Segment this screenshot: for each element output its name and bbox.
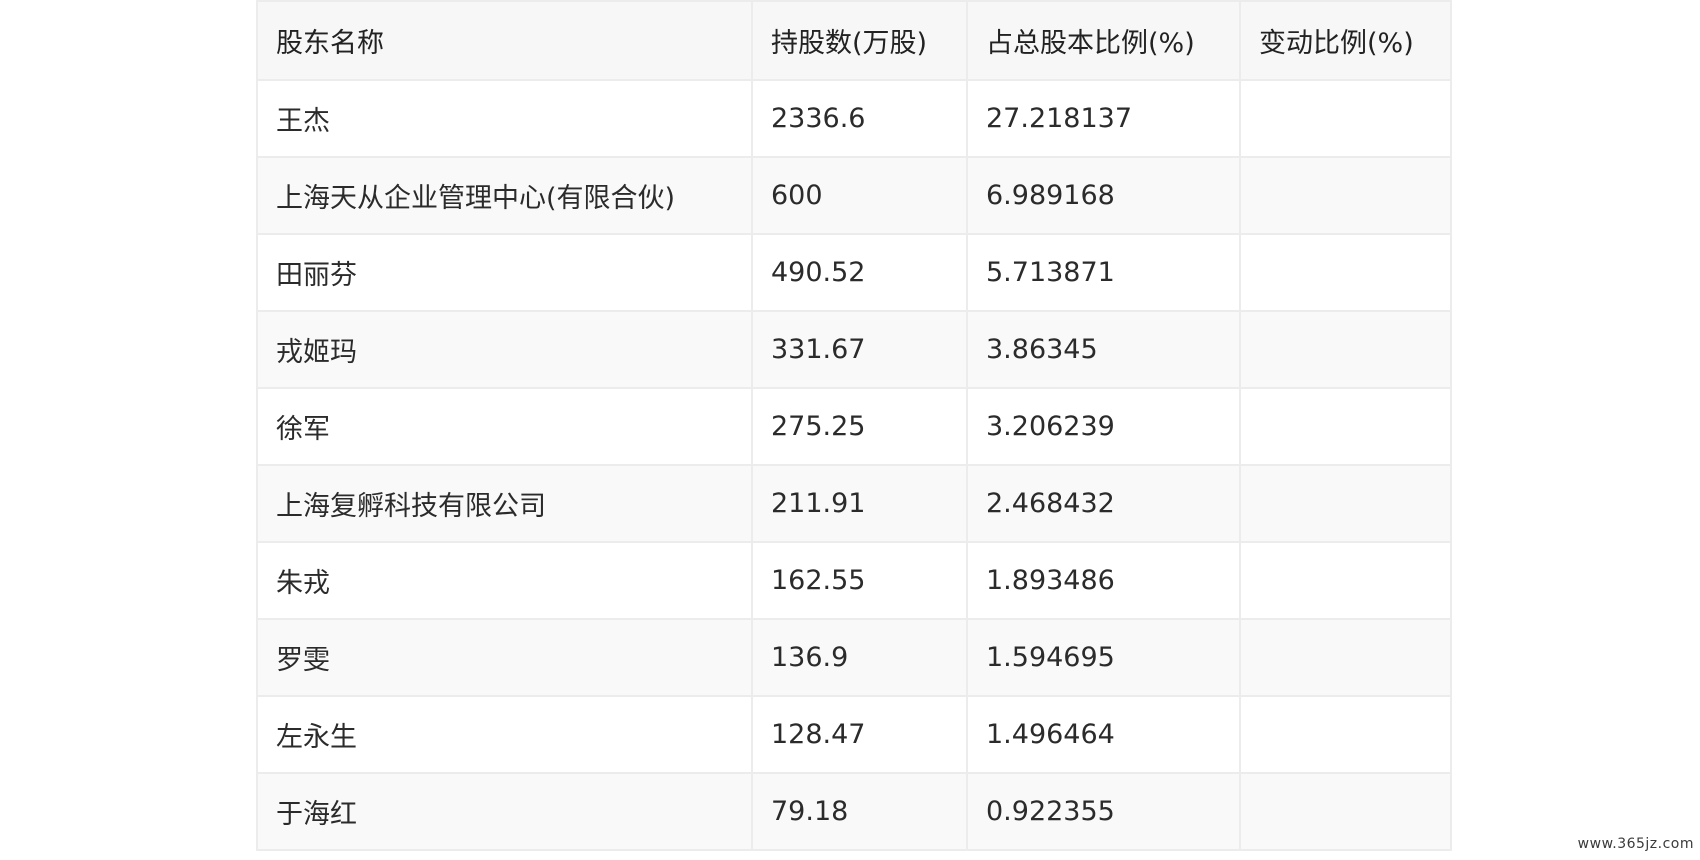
cell-shares-held: 490.52 xyxy=(751,233,968,312)
cell-shares-held: 275.25 xyxy=(751,387,968,466)
cell-shares-held: 136.9 xyxy=(751,618,968,697)
cell-share-ratio: 1.496464 xyxy=(966,695,1241,774)
cell-shareholder-name: 上海天从企业管理中心(有限合伙) xyxy=(256,156,753,235)
cell-shares-held: 331.67 xyxy=(751,310,968,389)
cell-shares-held: 211.91 xyxy=(751,464,968,543)
cell-share-ratio: 3.206239 xyxy=(966,387,1241,466)
header-shareholder-name: 股东名称 xyxy=(256,0,753,81)
header-shares-held: 持股数(万股) xyxy=(751,0,968,81)
table-row: 上海复孵科技有限公司 211.91 2.468432 xyxy=(256,464,1452,543)
cell-change-ratio xyxy=(1239,541,1452,620)
table-row: 左永生 128.47 1.496464 xyxy=(256,695,1452,774)
cell-share-ratio: 2.468432 xyxy=(966,464,1241,543)
site-watermark: www.365jz.com xyxy=(1577,836,1694,852)
cell-change-ratio xyxy=(1239,79,1452,158)
cell-shareholder-name: 田丽芬 xyxy=(256,233,753,312)
table-row: 上海天从企业管理中心(有限合伙) 600 6.989168 xyxy=(256,156,1452,235)
cell-change-ratio xyxy=(1239,464,1452,543)
cell-change-ratio xyxy=(1239,772,1452,851)
cell-change-ratio xyxy=(1239,310,1452,389)
cell-share-ratio: 0.922355 xyxy=(966,772,1241,851)
cell-change-ratio xyxy=(1239,233,1452,312)
table-row: 朱戎 162.55 1.893486 xyxy=(256,541,1452,620)
cell-shareholder-name: 戎姬玛 xyxy=(256,310,753,389)
header-change-ratio: 变动比例(%) xyxy=(1239,0,1452,81)
cell-share-ratio: 5.713871 xyxy=(966,233,1241,312)
cell-shares-held: 2336.6 xyxy=(751,79,968,158)
cell-shareholder-name: 罗雯 xyxy=(256,618,753,697)
cell-shareholder-name: 于海红 xyxy=(256,772,753,851)
cell-shares-held: 79.18 xyxy=(751,772,968,851)
table-row: 徐军 275.25 3.206239 xyxy=(256,387,1452,466)
cell-change-ratio xyxy=(1239,618,1452,697)
cell-shareholder-name: 左永生 xyxy=(256,695,753,774)
table-row: 罗雯 136.9 1.594695 xyxy=(256,618,1452,697)
cell-shareholder-name: 王杰 xyxy=(256,79,753,158)
table-row: 田丽芬 490.52 5.713871 xyxy=(256,233,1452,312)
cell-shareholder-name: 上海复孵科技有限公司 xyxy=(256,464,753,543)
cell-shareholder-name: 徐军 xyxy=(256,387,753,466)
cell-share-ratio: 1.893486 xyxy=(966,541,1241,620)
shareholder-table-container: 股东名称 持股数(万股) 占总股本比例(%) 变动比例(%) 王杰 2336.6… xyxy=(256,0,1452,851)
cell-shareholder-name: 朱戎 xyxy=(256,541,753,620)
cell-share-ratio: 27.218137 xyxy=(966,79,1241,158)
cell-share-ratio: 3.86345 xyxy=(966,310,1241,389)
header-share-ratio: 占总股本比例(%) xyxy=(966,0,1241,81)
table-header-row: 股东名称 持股数(万股) 占总股本比例(%) 变动比例(%) xyxy=(256,0,1452,81)
cell-change-ratio xyxy=(1239,695,1452,774)
table-row: 于海红 79.18 0.922355 xyxy=(256,772,1452,851)
cell-shares-held: 162.55 xyxy=(751,541,968,620)
table-row: 戎姬玛 331.67 3.86345 xyxy=(256,310,1452,389)
table-row: 王杰 2336.6 27.218137 xyxy=(256,79,1452,158)
cell-share-ratio: 6.989168 xyxy=(966,156,1241,235)
cell-change-ratio xyxy=(1239,387,1452,466)
shareholder-table: 股东名称 持股数(万股) 占总股本比例(%) 变动比例(%) 王杰 2336.6… xyxy=(256,0,1452,851)
cell-change-ratio xyxy=(1239,156,1452,235)
cell-shares-held: 128.47 xyxy=(751,695,968,774)
cell-share-ratio: 1.594695 xyxy=(966,618,1241,697)
cell-shares-held: 600 xyxy=(751,156,968,235)
